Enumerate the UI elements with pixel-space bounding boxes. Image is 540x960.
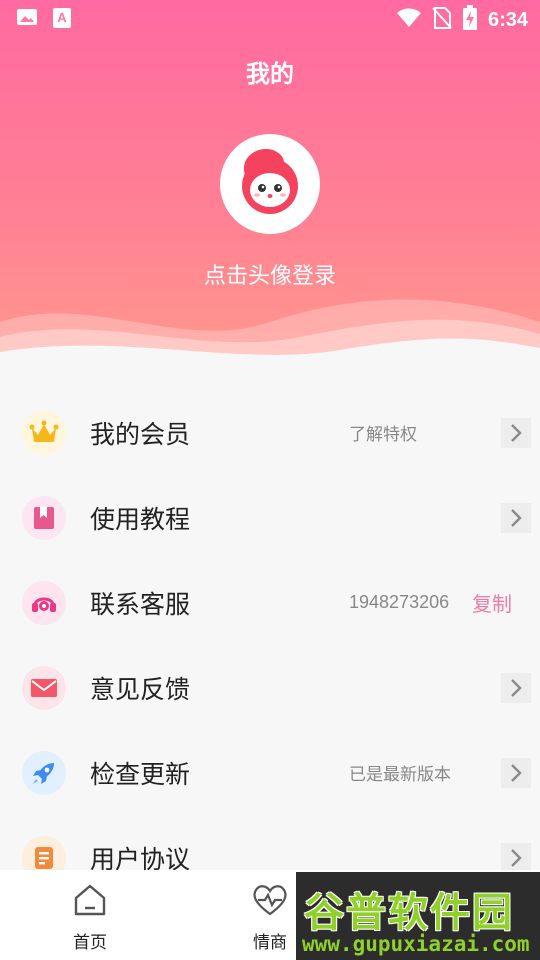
- rocket-icon: [22, 750, 66, 795]
- menu-label: 意见反馈: [90, 674, 191, 704]
- copy-button[interactable]: 复制: [472, 588, 512, 617]
- page-title: 我的: [246, 60, 294, 88]
- chevron-right-icon: [501, 417, 531, 448]
- membership-privilege-link[interactable]: 了解特权: [349, 420, 417, 445]
- app-icon: A: [52, 7, 72, 33]
- login-prompt[interactable]: 点击头像登录: [0, 258, 540, 290]
- mail-icon: [22, 665, 66, 710]
- crown-icon: [22, 410, 66, 455]
- no-sim-icon: [432, 6, 452, 34]
- menu-label: 使用教程: [90, 504, 191, 534]
- watermark-logo: 谷普软件园 www.gupuxiazai.com: [296, 872, 540, 960]
- battery-charging-icon: [462, 5, 478, 35]
- svg-text:A: A: [57, 10, 67, 25]
- menu-item-customer-service[interactable]: 联系客服 1948273206 复制: [0, 560, 540, 645]
- menu-item-membership[interactable]: 我的会员 了解特权: [0, 390, 540, 475]
- image-icon: [16, 7, 38, 33]
- wave-decoration: [0, 299, 540, 372]
- watermark-title: 谷普软件园: [304, 890, 514, 936]
- menu-item-feedback[interactable]: 意见反馈: [0, 645, 540, 730]
- nav-tab-home[interactable]: 首页: [45, 882, 135, 953]
- menu-item-check-update[interactable]: 检查更新 已是最新版本: [0, 730, 540, 815]
- heart-pulse-icon: [253, 885, 287, 916]
- menu-label: 检查更新: [90, 759, 191, 789]
- menu-list: 我的会员 了解特权 使用教程 联系客服 1948273206 复制 意见反馈 检…: [0, 390, 540, 900]
- service-phone-number: 1948273206: [349, 592, 450, 612]
- nav-label: 首页: [73, 933, 107, 953]
- status-bar: A 6:34: [0, 0, 540, 36]
- wifi-icon: [396, 7, 422, 33]
- mascot-logo-icon: [242, 149, 298, 214]
- chevron-right-icon: [501, 842, 531, 873]
- bookmark-icon: [22, 495, 66, 540]
- headset-icon: [22, 580, 66, 625]
- watermark-url: www.gupuxiazai.com: [302, 932, 530, 956]
- menu-item-tutorial[interactable]: 使用教程: [0, 475, 540, 560]
- status-time: 6:34: [487, 8, 528, 31]
- menu-label: 我的会员: [90, 419, 191, 449]
- avatar[interactable]: [220, 134, 320, 234]
- home-icon: [74, 884, 106, 916]
- chevron-right-icon: [501, 672, 531, 703]
- update-status: 已是最新版本: [349, 765, 451, 785]
- chevron-right-icon: [501, 757, 531, 788]
- menu-label: 联系客服: [90, 589, 191, 619]
- chevron-right-icon: [501, 502, 531, 533]
